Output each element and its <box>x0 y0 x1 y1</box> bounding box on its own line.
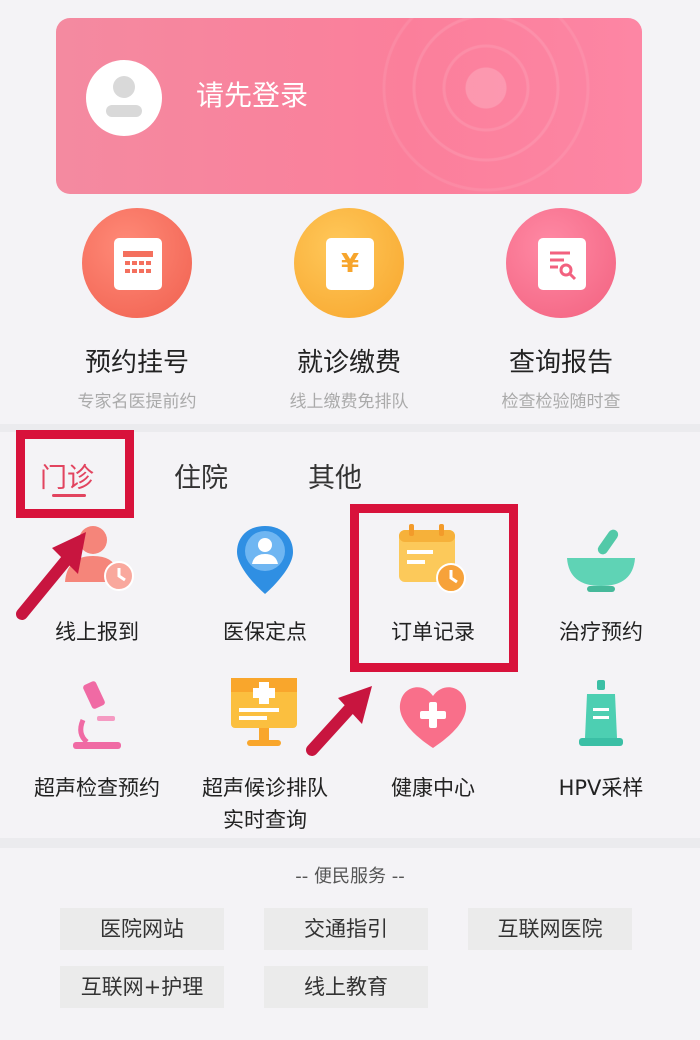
feature-title: 就诊缴费 <box>296 348 401 378</box>
service-medical-insurance[interactable]: 医保定点 <box>185 520 345 648</box>
mortar-bowl-icon <box>561 520 641 600</box>
service-hpv-sampling[interactable]: HPV采样 <box>521 676 681 804</box>
tab-other[interactable]: 其他 <box>308 456 362 495</box>
avatar-head-shape <box>113 76 135 98</box>
login-prompt[interactable]: 请先登录 <box>196 74 308 114</box>
yen-icon: ¥ <box>294 208 404 318</box>
feature-appointment[interactable]: 预约挂号 专家名医提前约 <box>62 208 212 412</box>
hospital-website-button[interactable]: 医院网站 <box>60 908 224 950</box>
internet-hospital-button[interactable]: 互联网医院 <box>468 908 632 950</box>
feature-payment[interactable]: ¥ 就诊缴费 线上缴费免排队 <box>274 208 424 412</box>
section-divider <box>0 838 700 848</box>
feature-report[interactable]: 查询报告 检查检验随时查 <box>486 208 636 412</box>
internet-nursing-button[interactable]: 互联网+护理 <box>60 966 224 1008</box>
sample-bottle-icon <box>561 676 641 756</box>
login-card[interactable]: 请先登录 <box>56 18 642 194</box>
report-search-icon <box>506 208 616 318</box>
service-label: 超声检查预约 <box>34 776 160 800</box>
avatar-shoulder-shape <box>106 105 142 117</box>
feature-title: 查询报告 <box>508 348 613 378</box>
service-label: 医保定点 <box>223 620 307 644</box>
annotation-arrow-icon <box>16 532 86 620</box>
heart-plus-icon <box>393 676 473 756</box>
online-education-button[interactable]: 线上教育 <box>264 966 428 1008</box>
traffic-guide-button[interactable]: 交通指引 <box>264 908 428 950</box>
service-label: 健康中心 <box>391 776 475 800</box>
microscope-icon <box>57 676 137 756</box>
convenience-title: -- 便民服务 -- <box>295 866 405 887</box>
monitor-icon <box>225 676 305 756</box>
service-label: HPV采样 <box>558 776 644 800</box>
service-ultrasound-appointment[interactable]: 超声检查预约 <box>17 676 177 804</box>
feature-subtitle: 检查检验随时查 <box>501 392 621 412</box>
tab-inpatient[interactable]: 住院 <box>174 456 228 495</box>
highlight-box-outpatient-tab <box>16 430 134 518</box>
calendar-icon <box>82 208 192 318</box>
feature-subtitle: 专家名医提前约 <box>77 392 197 412</box>
service-label: 治疗预约 <box>559 620 643 644</box>
service-label: 超声候诊排队 实时查询 <box>202 776 328 832</box>
feature-title: 预约挂号 <box>84 348 189 378</box>
service-treatment-appointment[interactable]: 治疗预约 <box>521 520 681 648</box>
highlight-box-order-record <box>350 504 518 672</box>
location-person-icon <box>225 520 305 600</box>
feature-subtitle: 线上缴费免排队 <box>289 392 409 412</box>
annotation-arrow-icon <box>306 686 372 756</box>
avatar[interactable] <box>86 60 162 136</box>
